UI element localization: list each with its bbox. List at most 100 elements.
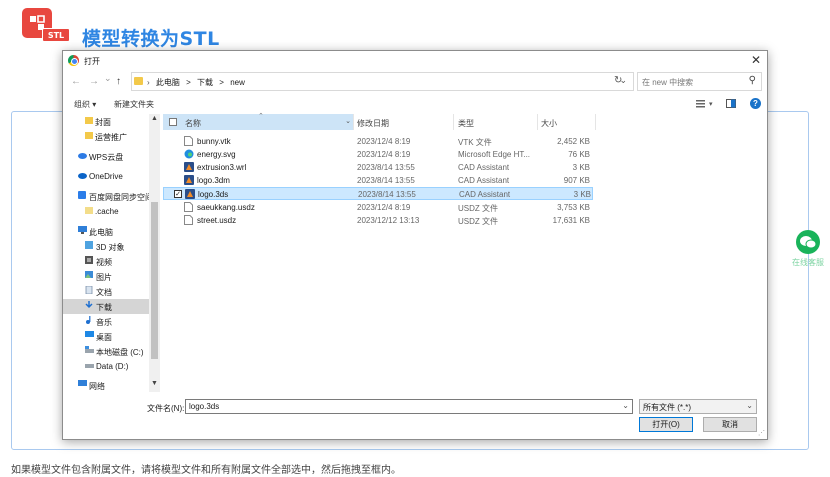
- scroll-down-icon[interactable]: ▼: [151, 380, 158, 387]
- drive-icon: [85, 346, 94, 354]
- sidebar-item-promotion[interactable]: 运营推广: [63, 129, 149, 144]
- preview-pane-icon[interactable]: [726, 99, 736, 108]
- column-divider[interactable]: [453, 114, 454, 130]
- organize-menu[interactable]: 组织 ▾: [74, 99, 96, 110]
- sidebar-item-cover[interactable]: 封面: [63, 114, 149, 129]
- scroll-up-icon[interactable]: ▲: [151, 115, 158, 122]
- edge-icon: [184, 149, 194, 159]
- breadcrumb-separator: >: [186, 78, 191, 87]
- column-header-label: 修改日期: [357, 119, 389, 128]
- sidebar-scrollbar[interactable]: ▲ ▼: [149, 114, 160, 392]
- sidebar-item-wps-cloud[interactable]: WPS云盘: [63, 149, 149, 164]
- file-date: 2023/8/14 13:55: [357, 176, 415, 185]
- sidebar-item-documents[interactable]: 文档: [63, 284, 149, 299]
- sidebar-item-3d-objects[interactable]: 3D 对象: [63, 239, 149, 254]
- chrome-icon: [68, 55, 79, 66]
- column-header-label: 类型: [458, 119, 474, 128]
- sidebar-item-videos[interactable]: 视频: [63, 254, 149, 269]
- sidebar-item-this-pc[interactable]: 此电脑: [63, 224, 149, 239]
- network-icon: [78, 380, 87, 388]
- file-row[interactable]: logo.3dm 2023/8/14 13:55 CAD Assistant 9…: [163, 174, 593, 187]
- document-icon: [85, 285, 93, 295]
- sidebar-item-label: 网络: [89, 382, 105, 391]
- file-size: 3 KB: [572, 163, 590, 172]
- view-dropdown-icon[interactable]: ▾: [709, 100, 713, 108]
- back-arrow-icon[interactable]: ←: [71, 76, 81, 87]
- download-icon: [85, 301, 93, 309]
- wechat-label[interactable]: 在线客服: [792, 257, 824, 268]
- picture-icon: [85, 271, 93, 279]
- file-date: 2023/8/14 13:55: [358, 190, 416, 199]
- chevron-down-icon[interactable]: ⌄: [622, 401, 629, 410]
- row-checkbox[interactable]: ✓: [174, 190, 182, 198]
- sidebar-item-label: 下载: [96, 303, 112, 312]
- breadcrumb-downloads[interactable]: 下载: [197, 78, 213, 87]
- forward-arrow-icon[interactable]: →: [89, 76, 99, 87]
- filetype-select[interactable]: 所有文件 (*.*) ⌄: [639, 399, 757, 414]
- sidebar-item-drive-d[interactable]: Data (D:): [63, 359, 149, 374]
- wechat-icon[interactable]: [796, 230, 820, 254]
- scrollbar-thumb[interactable]: [151, 202, 158, 359]
- chevron-down-icon[interactable]: ⌄: [746, 401, 753, 410]
- help-icon[interactable]: ?: [750, 98, 761, 109]
- sidebar-item-baidu[interactable]: 百度网盘同步空间: [63, 189, 153, 204]
- breadcrumb-separator: >: [219, 78, 224, 87]
- file-date: 2023/12/4 8:19: [357, 150, 411, 159]
- search-input[interactable]: 在 new 中搜索 ⚲: [637, 72, 762, 91]
- sidebar-item-cache[interactable]: .cache: [63, 204, 149, 219]
- file-date: 2023/12/4 8:19: [357, 203, 411, 212]
- sidebar-item-label: Data (D:): [96, 362, 129, 371]
- search-icon[interactable]: ⚲: [749, 75, 756, 86]
- file-row[interactable]: saeukkang.usdz 2023/12/4 8:19 USDZ 文件 3,…: [163, 201, 593, 214]
- dialog-titlebar[interactable]: 打开 ✕: [63, 51, 767, 71]
- cancel-button[interactable]: 取消: [703, 417, 757, 432]
- breadcrumb-this-pc[interactable]: 此电脑: [156, 78, 180, 87]
- select-all-checkbox[interactable]: [169, 118, 177, 126]
- cloud-icon: [78, 151, 87, 159]
- address-bar[interactable]: › 此电脑 > 下载 > new ⌄: [131, 72, 634, 91]
- sidebar-item-music[interactable]: 音乐: [63, 314, 149, 329]
- breadcrumb-new[interactable]: new: [230, 78, 245, 87]
- file-name: extrusion3.wrl: [197, 163, 247, 172]
- sidebar-item-network[interactable]: 网络: [63, 378, 149, 393]
- refresh-icon[interactable]: ↻: [614, 75, 622, 86]
- sidebar-item-label: 封面: [95, 118, 111, 127]
- sidebar-item-downloads[interactable]: 下载: [63, 299, 149, 314]
- sidebar-item-label: 3D 对象: [96, 243, 125, 252]
- file-row[interactable]: street.usdz 2023/12/12 13:13 USDZ 文件 17,…: [163, 214, 593, 227]
- column-header-date[interactable]: 修改日期: [357, 114, 452, 130]
- sidebar-item-pictures[interactable]: 图片: [63, 269, 149, 284]
- dialog-title: 打开: [84, 57, 100, 66]
- column-divider[interactable]: [353, 114, 354, 130]
- recent-locations-icon[interactable]: ⌄: [104, 73, 112, 84]
- up-arrow-icon[interactable]: ↑: [116, 76, 121, 87]
- close-icon[interactable]: ✕: [751, 53, 761, 67]
- file-list: 名称 ⌃ ⌄ 修改日期 类型 大小 bunny.vtk 2023/12/4 8:…: [163, 113, 769, 392]
- resize-grip-icon[interactable]: ⋰: [758, 429, 765, 437]
- filename-input[interactable]: logo.3ds ⌄: [185, 399, 633, 414]
- desktop-icon: [85, 331, 94, 339]
- column-divider[interactable]: [537, 114, 538, 130]
- sidebar-item-onedrive[interactable]: OneDrive: [63, 169, 149, 184]
- file-name: logo.3ds: [198, 190, 229, 199]
- open-button[interactable]: 打开(O): [639, 417, 693, 432]
- navigation-bar: ← → ⌄ ↑ › 此电脑 > 下载 > new ⌄ ↻ 在 new 中搜索 ⚲: [63, 71, 767, 93]
- file-size: 2,452 KB: [557, 137, 590, 146]
- search-placeholder: 在 new 中搜索: [642, 78, 694, 87]
- sidebar-item-drive-c[interactable]: 本地磁盘 (C:): [63, 344, 149, 359]
- file-type: USDZ 文件: [458, 217, 498, 226]
- column-header-type[interactable]: 类型: [458, 114, 538, 130]
- new-folder-button[interactable]: 新建文件夹: [114, 99, 154, 110]
- file-row[interactable]: energy.svg 2023/12/4 8:19 Microsoft Edge…: [163, 148, 593, 161]
- folder-icon: [85, 116, 93, 124]
- column-divider[interactable]: [595, 114, 596, 130]
- file-row-selected[interactable]: ✓ logo.3ds 2023/8/14 13:55 CAD Assistant…: [163, 187, 593, 200]
- file-row[interactable]: bunny.vtk 2023/12/4 8:19 VTK 文件 2,452 KB: [163, 135, 593, 148]
- column-header-name[interactable]: 名称 ⌃ ⌄: [163, 113, 353, 130]
- column-header-size[interactable]: 大小: [541, 114, 596, 130]
- file-row[interactable]: extrusion3.wrl 2023/8/14 13:55 CAD Assis…: [163, 161, 593, 174]
- sidebar-item-desktop[interactable]: 桌面: [63, 329, 149, 344]
- chevron-down-icon[interactable]: ⌄: [345, 117, 351, 125]
- view-options-icon[interactable]: [696, 99, 705, 108]
- file-date: 2023/12/4 8:19: [357, 137, 411, 146]
